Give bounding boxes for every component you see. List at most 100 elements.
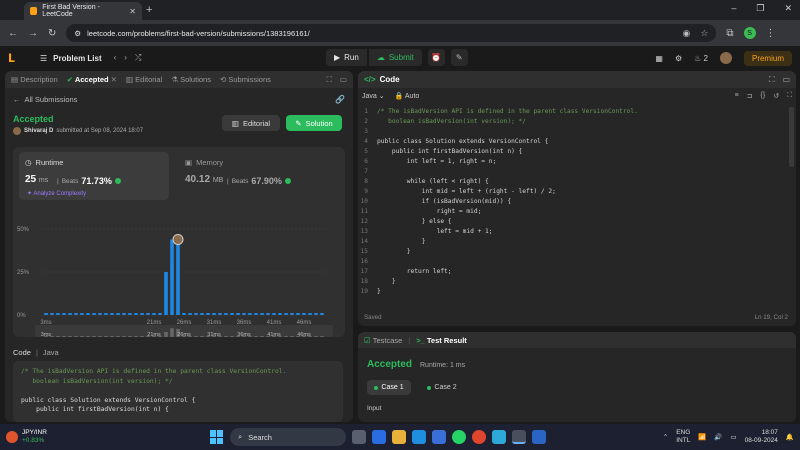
taskbar-search[interactable]: ⌕ Search <box>230 428 346 446</box>
editor-scrollbar[interactable] <box>789 107 794 167</box>
chart-bar[interactable] <box>296 313 300 315</box>
chart-bar[interactable] <box>98 313 102 315</box>
chart-bar[interactable] <box>92 313 96 315</box>
chart-bar[interactable] <box>236 313 240 315</box>
wifi-icon[interactable]: 📶 <box>698 433 706 441</box>
expand-icon[interactable]: ⛶ <box>769 75 775 85</box>
settings-icon[interactable]: ⚙ <box>675 54 682 63</box>
code-line[interactable]: 9 int mid = left + (right - left) / 2; <box>358 187 788 197</box>
vscode-icon[interactable] <box>532 430 546 444</box>
case-2-tab[interactable]: Case 2 <box>420 380 464 395</box>
code-line[interactable]: 15 } <box>358 247 788 257</box>
meet-icon[interactable] <box>372 430 386 444</box>
extensions-icon[interactable]: ⧉ <box>726 28 733 39</box>
chart-bar[interactable] <box>68 313 72 315</box>
minimize-icon[interactable]: – <box>731 3 736 14</box>
user-avatar[interactable] <box>719 52 732 64</box>
notification-icon[interactable]: 🔔 <box>786 433 794 441</box>
reload-icon[interactable]: ↻ <box>48 28 56 39</box>
maximize-icon[interactable]: ❐ <box>756 3 764 14</box>
code-line[interactable]: 7 <box>358 167 788 177</box>
forward-icon[interactable]: → <box>28 28 38 39</box>
windows-start-icon[interactable] <box>210 430 224 444</box>
chart-bar[interactable] <box>176 244 180 315</box>
chart-bar[interactable] <box>80 313 84 315</box>
run-button[interactable]: ▶ Run <box>326 49 367 66</box>
chart-bar[interactable] <box>248 313 252 315</box>
chart-bar[interactable] <box>206 313 210 315</box>
code-line[interactable]: 1 /* The isBadVersion API is defined in t… <box>358 107 788 117</box>
fullscreen-icon[interactable]: ⛶ <box>787 92 792 100</box>
tab-submissions[interactable]: ⟲ Submissions <box>220 75 271 84</box>
chart-bar[interactable] <box>254 313 258 315</box>
chevron-up-icon[interactable]: ⌃ <box>663 433 668 441</box>
prev-next-shuffle-icons[interactable]: ‹›⤮ <box>114 53 150 63</box>
chart-bar[interactable] <box>134 313 138 315</box>
stock-widget[interactable]: JPY/INR +0.83% <box>6 429 47 445</box>
auto-mode[interactable]: 🔒 Auto <box>395 92 420 100</box>
editorial-button[interactable]: ▥ Editorial <box>222 115 280 131</box>
chart-bar[interactable] <box>86 313 90 315</box>
tab-accepted[interactable]: ✔ Accepted ✕ <box>67 75 117 84</box>
input-language[interactable]: ENG INTL <box>676 429 690 445</box>
task-view-icon[interactable] <box>352 430 366 444</box>
problem-list-nav[interactable]: ☰ Problem List ‹›⤮ <box>40 53 149 63</box>
profile-avatar[interactable]: S <box>743 27 756 39</box>
chart-bar[interactable] <box>218 313 222 315</box>
file-explorer-icon[interactable] <box>392 430 406 444</box>
code-line[interactable]: 3 <box>358 127 788 137</box>
chart-bar[interactable] <box>110 313 114 315</box>
analyze-complexity-link[interactable]: ✦ Analyze Complexity <box>27 190 86 197</box>
bookmark-icon[interactable]: ⊐ <box>747 92 753 100</box>
bookmark-star-icon[interactable]: ☆ <box>700 28 708 39</box>
menu-icon[interactable]: ⋮ <box>766 28 776 39</box>
timer-icon[interactable]: ⏰ <box>427 49 445 66</box>
expand-icon[interactable]: ⛶ <box>327 75 332 85</box>
code-line[interactable]: 11 right = mid; <box>358 207 788 217</box>
chart-bar[interactable] <box>164 272 168 315</box>
tab-description[interactable]: ▤ Description <box>11 75 58 84</box>
eye-off-icon[interactable]: ◉ <box>682 28 690 39</box>
chart-bar[interactable] <box>62 313 66 315</box>
chart-bar[interactable] <box>308 313 312 315</box>
chart-bar[interactable] <box>260 313 264 315</box>
chart-bar[interactable] <box>116 313 120 315</box>
runtime-distribution-chart[interactable]: 50%25%0%3ms 21ms 26ms 31ms 36ms 41ms 46ms3ms 21… <box>13 201 345 337</box>
chart-bar[interactable] <box>74 313 78 315</box>
code-line[interactable]: 13 left = mid + 1; <box>358 227 788 237</box>
memory-card[interactable]: ▣ Memory 40.12 MB | Beats 67.90% <box>179 152 329 200</box>
tab-solutions[interactable]: ⚗ Solutions <box>171 75 211 84</box>
code-line[interactable]: 10 if (isBadVersion(mid)) { <box>358 197 788 207</box>
code-line[interactable]: 19} <box>358 287 788 297</box>
close-tab-icon[interactable]: ✕ <box>129 7 136 16</box>
code-line[interactable]: 12 } else { <box>358 217 788 227</box>
chart-bar[interactable] <box>278 313 282 315</box>
volume-icon[interactable]: 🔊 <box>714 433 722 441</box>
photos-icon[interactable] <box>492 430 506 444</box>
tab-testcase[interactable]: ☑ Testcase <box>364 336 402 345</box>
browser-tab[interactable]: First Bad Version - LeetCode ✕ <box>24 2 142 20</box>
chart-bar[interactable] <box>146 313 150 315</box>
store-icon[interactable] <box>432 430 446 444</box>
code-line[interactable]: 4 public class Solution extends VersionCo… <box>358 137 788 147</box>
format-icon[interactable]: ≡ <box>735 92 739 100</box>
chart-bar[interactable] <box>200 313 204 315</box>
chart-bar[interactable] <box>56 313 60 315</box>
user-name[interactable]: Shivaraj D <box>24 128 53 134</box>
language-select[interactable]: Java ⌄ <box>362 92 385 100</box>
chart-bar[interactable] <box>182 313 186 315</box>
collapse-icon[interactable]: ▭ <box>340 75 347 85</box>
close-window-icon[interactable]: ✕ <box>784 3 792 14</box>
chart-bar[interactable] <box>290 313 294 315</box>
code-line[interactable]: 14 } <box>358 237 788 247</box>
code-editor[interactable]: 1 /* The isBadVersion API is defined in t… <box>358 107 788 312</box>
chrome-icon[interactable] <box>472 430 486 444</box>
share-link-icon[interactable]: 🔗 <box>335 95 345 104</box>
runtime-card[interactable]: ◷ Runtime 25 ms | Beats 71.73% ✦ Analyze … <box>19 152 169 200</box>
chart-bar[interactable] <box>152 313 156 315</box>
code-line[interactable]: 2 boolean isBadVersion(int version); */ <box>358 117 788 127</box>
whatsapp-icon[interactable] <box>452 430 466 444</box>
site-info-icon[interactable]: ⚙ <box>74 29 81 38</box>
chart-bar[interactable] <box>302 313 306 315</box>
code-line[interactable]: 18 } <box>358 277 788 287</box>
